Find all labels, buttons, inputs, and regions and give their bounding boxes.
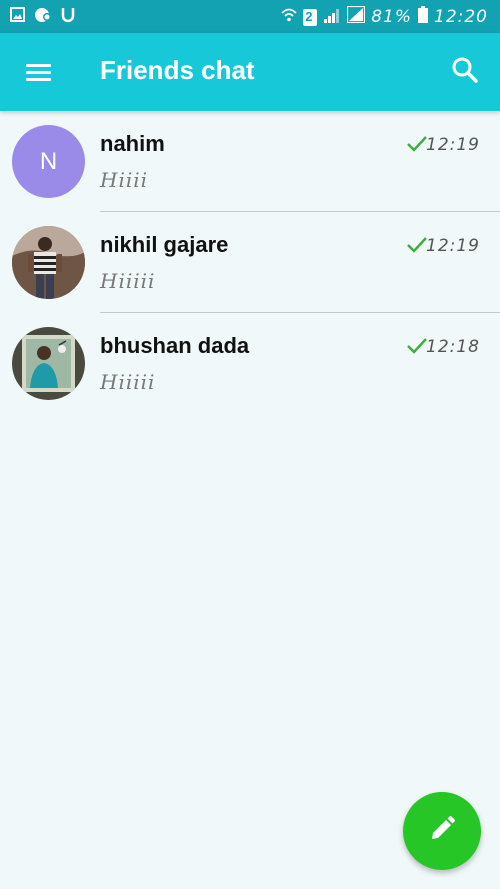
signal-icon	[323, 7, 341, 28]
avatar	[12, 226, 85, 299]
search-icon[interactable]	[448, 53, 482, 87]
last-message: Hiiii	[100, 168, 149, 192]
sim-slot-label: 2	[305, 8, 313, 24]
check-icon	[406, 236, 428, 259]
message-time: 12:19	[426, 236, 480, 256]
status-bar-notifications	[10, 6, 75, 28]
contact-name: nikhil gajare	[100, 232, 229, 257]
compose-button[interactable]	[403, 792, 481, 870]
message-time: 12:19	[426, 135, 480, 155]
last-message: Hiiiii	[100, 269, 156, 293]
chat-row[interactable]: bhushan dada Hiiiii 12:18	[0, 313, 500, 414]
chat-list: N nahim Hiiii 12:19 nikhil gajare Hiiiii…	[0, 111, 500, 414]
message-time: 12:18	[426, 337, 480, 357]
avatar-letter: N	[39, 147, 58, 175]
avatar: N	[12, 125, 85, 198]
contact-name: nahim	[100, 131, 165, 156]
status-bar-system: 2 81% 12:20	[281, 5, 488, 29]
sim-icon: 2	[303, 8, 318, 26]
signal-icon	[347, 5, 366, 28]
chat-bubble-icon	[34, 7, 52, 28]
last-message: Hiiiii	[100, 370, 156, 394]
image-icon	[10, 7, 25, 27]
status-bar: 2 81% 12:20	[0, 0, 500, 33]
chat-row[interactable]: nikhil gajare Hiiiii 12:19	[0, 212, 500, 313]
check-icon	[406, 337, 428, 360]
battery-percent: 81%	[371, 7, 412, 27]
chat-row[interactable]: N nahim Hiiii 12:19	[0, 111, 500, 212]
check-icon	[406, 135, 428, 158]
avatar	[12, 327, 85, 400]
page-title: Friends chat	[100, 55, 255, 85]
magnet-icon	[61, 7, 75, 28]
contact-name: bhushan dada	[100, 333, 250, 358]
battery-icon	[418, 6, 428, 28]
hamburger-menu-icon[interactable]	[20, 57, 56, 87]
status-time: 12:20	[434, 7, 488, 27]
wifi-icon	[281, 7, 297, 28]
app-bar: Friends chat	[0, 33, 500, 111]
pencil-icon	[427, 814, 457, 849]
